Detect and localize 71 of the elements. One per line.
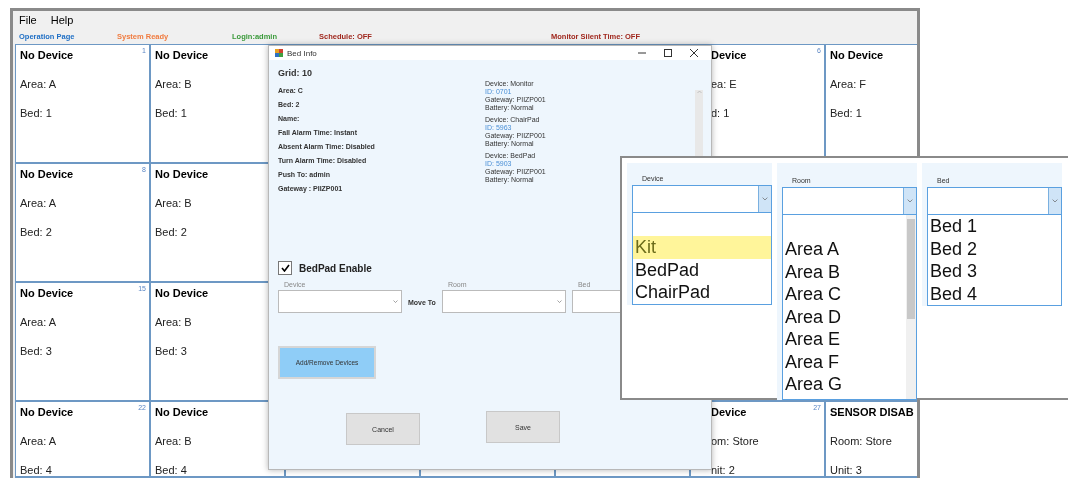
dropdown-field[interactable] bbox=[632, 185, 772, 213]
dropdown-field[interactable] bbox=[927, 187, 1062, 215]
dropdown-option[interactable]: Bed 3 bbox=[928, 260, 1061, 283]
dropdown-option[interactable]: Area B bbox=[783, 260, 906, 283]
bed-label: Bed: 1 bbox=[155, 107, 187, 119]
area-label: Area: B bbox=[155, 197, 192, 209]
bed-label: d: 1 bbox=[711, 107, 730, 119]
bed-label: Bed: 1 bbox=[830, 107, 862, 119]
bed-label: Bed: 4 bbox=[155, 464, 187, 476]
dropdown-option[interactable]: Area A bbox=[783, 238, 906, 261]
cell-title: No Device bbox=[20, 49, 74, 61]
bed-label: Bed: 4 bbox=[20, 464, 52, 476]
dropdown-option[interactable]: Kit bbox=[633, 236, 771, 259]
minimize-icon[interactable] bbox=[638, 49, 646, 57]
area-label: om: Store bbox=[711, 435, 759, 447]
chevron-down-icon bbox=[907, 199, 913, 203]
cell-title: No Device bbox=[20, 406, 74, 418]
bed-label: Unit: 3 bbox=[830, 464, 862, 476]
bed-label: Bed: 2 bbox=[155, 226, 187, 238]
bed-label: Bed: 3 bbox=[155, 345, 187, 357]
area-label: ea: E bbox=[711, 78, 737, 90]
dropdown-field[interactable] bbox=[441, 290, 566, 313]
dropdown-option[interactable]: BedPad bbox=[633, 258, 771, 281]
bed-label: Bed: 1 bbox=[20, 107, 52, 119]
area-label: Area: A bbox=[20, 435, 57, 447]
cell-title: No Device bbox=[155, 168, 209, 180]
app-icon bbox=[275, 49, 283, 57]
dropdown-option[interactable]: Area C bbox=[783, 283, 906, 306]
dropdown-option[interactable]: Bed 4 bbox=[928, 282, 1061, 305]
bed-label: Bed: 2 bbox=[20, 226, 52, 238]
dialog-title: Bed Info bbox=[287, 48, 318, 58]
bed-label: Bed: 3 bbox=[20, 345, 52, 357]
menu-item[interactable]: Help bbox=[50, 13, 74, 26]
cell-title: No Device bbox=[155, 287, 209, 299]
area-label: Room: Store bbox=[830, 435, 892, 447]
dropdown-field[interactable] bbox=[278, 290, 402, 313]
chevron-down-icon bbox=[762, 197, 768, 201]
dropdown-field[interactable] bbox=[782, 187, 917, 215]
cell-title: No Device bbox=[20, 168, 74, 180]
cell-title: No Device bbox=[20, 287, 74, 299]
dropdown-option[interactable]: ChairPad bbox=[633, 281, 771, 304]
area-label: Area: A bbox=[20, 316, 57, 328]
close-icon[interactable] bbox=[690, 49, 698, 57]
area-label: Area: A bbox=[20, 78, 57, 90]
check-icon bbox=[280, 264, 290, 272]
area-label: Area: F bbox=[830, 78, 867, 90]
cell-title: Device bbox=[711, 49, 747, 61]
area-label: Area: B bbox=[155, 316, 192, 328]
chevron-down-icon bbox=[556, 300, 562, 303]
chevron-down-icon bbox=[1052, 199, 1058, 203]
area-label: Area: B bbox=[155, 78, 192, 90]
menu-item[interactable]: File bbox=[19, 13, 37, 26]
dropdown-option[interactable]: Area D bbox=[783, 305, 906, 328]
maximize-icon[interactable] bbox=[664, 49, 672, 57]
cell-title: No Device bbox=[155, 406, 209, 418]
area-label: Area: B bbox=[155, 435, 192, 447]
chevron-down-icon bbox=[393, 300, 398, 303]
scrollbar[interactable] bbox=[906, 215, 916, 399]
dropdown-option[interactable]: Area G bbox=[783, 373, 906, 396]
dropdown-option[interactable]: Area E bbox=[783, 328, 906, 351]
cell-title: SENSOR DISAB bbox=[830, 406, 914, 418]
cell-title: No Device bbox=[155, 49, 209, 61]
cell-title: No Device bbox=[830, 49, 884, 61]
bed-label: nit: 2 bbox=[711, 464, 735, 476]
dropdown-option[interactable]: Area F bbox=[783, 350, 906, 373]
dropdown-option[interactable]: Bed 2 bbox=[928, 237, 1061, 260]
checkbox[interactable] bbox=[278, 261, 292, 275]
cell-title: Device bbox=[711, 406, 747, 418]
area-label: Area: A bbox=[20, 197, 57, 209]
checkbox-label: BedPad Enable bbox=[299, 262, 372, 274]
dropdown-option[interactable]: Bed 1 bbox=[928, 215, 1061, 238]
